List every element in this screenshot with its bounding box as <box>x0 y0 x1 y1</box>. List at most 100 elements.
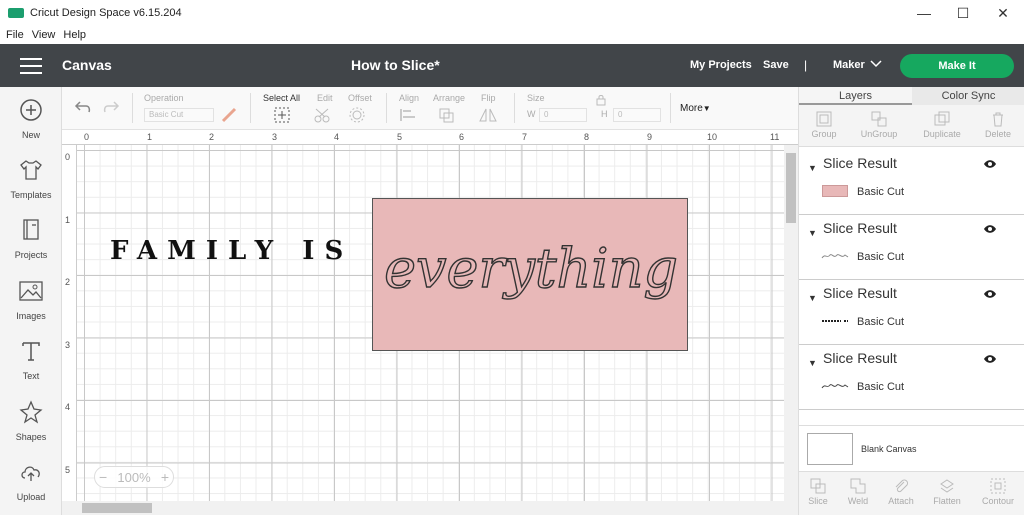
tool-images[interactable]: Images <box>0 272 62 328</box>
menu-bar: File View Help <box>0 26 1024 44</box>
hamburger-menu-icon[interactable] <box>20 58 42 74</box>
ruler-horizontal: 0 1 2 3 4 5 6 7 8 9 10 11 <box>62 130 798 145</box>
layer-item[interactable]: ▼ Slice Result Basic Cut <box>799 280 1024 345</box>
layer-item[interactable]: ▼ Slice Result Basic Cut <box>799 215 1024 280</box>
trash-icon <box>993 112 1003 127</box>
tool-new[interactable]: New <box>0 91 62 147</box>
ungroup-label: UnGroup <box>860 129 898 139</box>
layer-item[interactable]: ▼ Slice Result Basic Cut <box>799 150 1024 215</box>
redo-icon[interactable] <box>102 100 120 114</box>
caret-down-icon[interactable]: ▼ <box>808 228 817 238</box>
save-button[interactable]: Save <box>763 59 789 71</box>
app-title: Cricut Design Space v6.15.204 <box>30 7 182 19</box>
ruler-tick: 5 <box>397 132 403 142</box>
layer-operation: Basic Cut <box>857 251 905 263</box>
left-toolbar: New Templates Projects Images Text Shape… <box>0 87 62 515</box>
more-menu-button[interactable]: More▼ <box>680 103 711 114</box>
tool-label: Projects <box>14 250 48 260</box>
design-canvas[interactable]: 0 1 2 3 4 5 6 7 8 9 10 11 0 1 2 3 4 5 FA… <box>62 130 798 515</box>
tool-label: New <box>21 130 40 140</box>
tab-layers[interactable]: Layers <box>799 87 912 105</box>
attach-button[interactable]: Attach <box>876 476 926 506</box>
menu-file[interactable]: File <box>6 29 24 41</box>
contour-button[interactable]: Contour <box>973 476 1023 506</box>
operation-select[interactable]: Basic Cut <box>144 108 214 122</box>
my-projects-link[interactable]: My Projects <box>690 59 752 71</box>
delete-label: Delete <box>984 129 1011 139</box>
eye-icon[interactable] <box>983 354 997 364</box>
flip-icon[interactable] <box>478 107 500 123</box>
family-is-text[interactable]: FAMILY IS <box>110 236 353 266</box>
vertical-scrollbar[interactable] <box>784 145 798 515</box>
slice-label: Slice <box>808 496 828 506</box>
eye-icon[interactable] <box>983 224 997 234</box>
tool-upload[interactable]: Upload <box>0 453 62 509</box>
tool-text[interactable]: Text <box>0 332 62 388</box>
zoom-out-icon[interactable]: − <box>99 469 107 485</box>
ruler-tick: 4 <box>65 402 71 412</box>
group-button[interactable]: Group <box>799 109 849 139</box>
blank-canvas-swatch[interactable] <box>807 433 853 465</box>
layer-name: Slice Result <box>823 220 897 236</box>
layer-operation: Basic Cut <box>857 381 905 393</box>
ungroup-icon <box>871 111 887 127</box>
tool-label: Images <box>16 311 46 321</box>
slice-pink-rectangle[interactable]: everything <box>372 198 688 351</box>
flatten-button[interactable]: Flatten <box>922 476 972 506</box>
cricut-logo-icon <box>8 8 24 18</box>
ruler-tick: 2 <box>209 132 215 142</box>
select-all-icon[interactable] <box>274 107 290 123</box>
eye-icon[interactable] <box>983 159 997 169</box>
horizontal-scrollbar[interactable] <box>62 501 784 515</box>
duplicate-button[interactable]: Duplicate <box>917 109 967 139</box>
blank-canvas-row[interactable]: Blank Canvas <box>799 425 1024 471</box>
layer-thumbnail <box>821 314 849 328</box>
tab-color-sync[interactable]: Color Sync <box>912 87 1024 105</box>
edit-label: Edit <box>317 93 333 103</box>
arrange-label: Arrange <box>433 93 466 103</box>
tool-shapes[interactable]: Shapes <box>0 393 62 449</box>
zoom-in-icon[interactable]: + <box>161 469 169 485</box>
minimize-button[interactable]: — <box>907 0 941 26</box>
scissors-icon[interactable] <box>314 107 336 123</box>
ruler-vertical: 0 1 2 3 4 5 <box>62 145 77 515</box>
width-label: W <box>527 109 536 119</box>
make-it-button[interactable]: Make It <box>900 54 1014 78</box>
lock-icon[interactable] <box>596 94 606 106</box>
delete-button[interactable]: Delete <box>973 109 1023 139</box>
section-title: Canvas <box>62 57 112 73</box>
menu-help[interactable]: Help <box>63 29 86 41</box>
caret-down-icon[interactable]: ▼ <box>808 293 817 303</box>
duplicate-label: Duplicate <box>923 129 961 139</box>
layer-item[interactable]: ▼ Slice Result Basic Cut <box>799 345 1024 410</box>
eye-icon[interactable] <box>983 289 997 299</box>
tool-projects[interactable]: Projects <box>0 211 62 267</box>
arrange-icon[interactable] <box>438 107 460 123</box>
offset-icon[interactable] <box>349 107 371 123</box>
layer-operation: Basic Cut <box>857 316 905 328</box>
tool-templates[interactable]: Templates <box>0 151 62 207</box>
layers-toolbar: Group UnGroup Duplicate Delete <box>799 105 1024 147</box>
flatten-icon <box>940 479 954 493</box>
tool-label: Shapes <box>15 432 47 442</box>
caret-down-icon[interactable]: ▼ <box>808 358 817 368</box>
caret-down-icon[interactable]: ▼ <box>808 163 817 173</box>
machine-selector[interactable]: Maker <box>833 59 865 71</box>
ruler-tick: 3 <box>272 132 278 142</box>
layer-operation: Basic Cut <box>857 186 905 198</box>
ungroup-button[interactable]: UnGroup <box>854 109 904 139</box>
height-input[interactable]: 0 <box>613 108 661 122</box>
chevron-down-icon[interactable] <box>870 58 882 70</box>
maximize-button[interactable]: ☐ <box>946 0 980 26</box>
width-input[interactable]: 0 <box>539 108 587 122</box>
close-button[interactable]: ✕ <box>986 0 1020 26</box>
slice-icon <box>810 478 826 494</box>
contour-label: Contour <box>981 496 1015 506</box>
undo-icon[interactable] <box>74 100 92 114</box>
image-icon <box>19 281 43 301</box>
ruler-tick: 6 <box>459 132 465 142</box>
header-separator: | <box>804 58 808 72</box>
align-icon[interactable] <box>399 107 421 123</box>
pen-color-icon[interactable] <box>221 107 237 123</box>
menu-view[interactable]: View <box>32 29 56 41</box>
